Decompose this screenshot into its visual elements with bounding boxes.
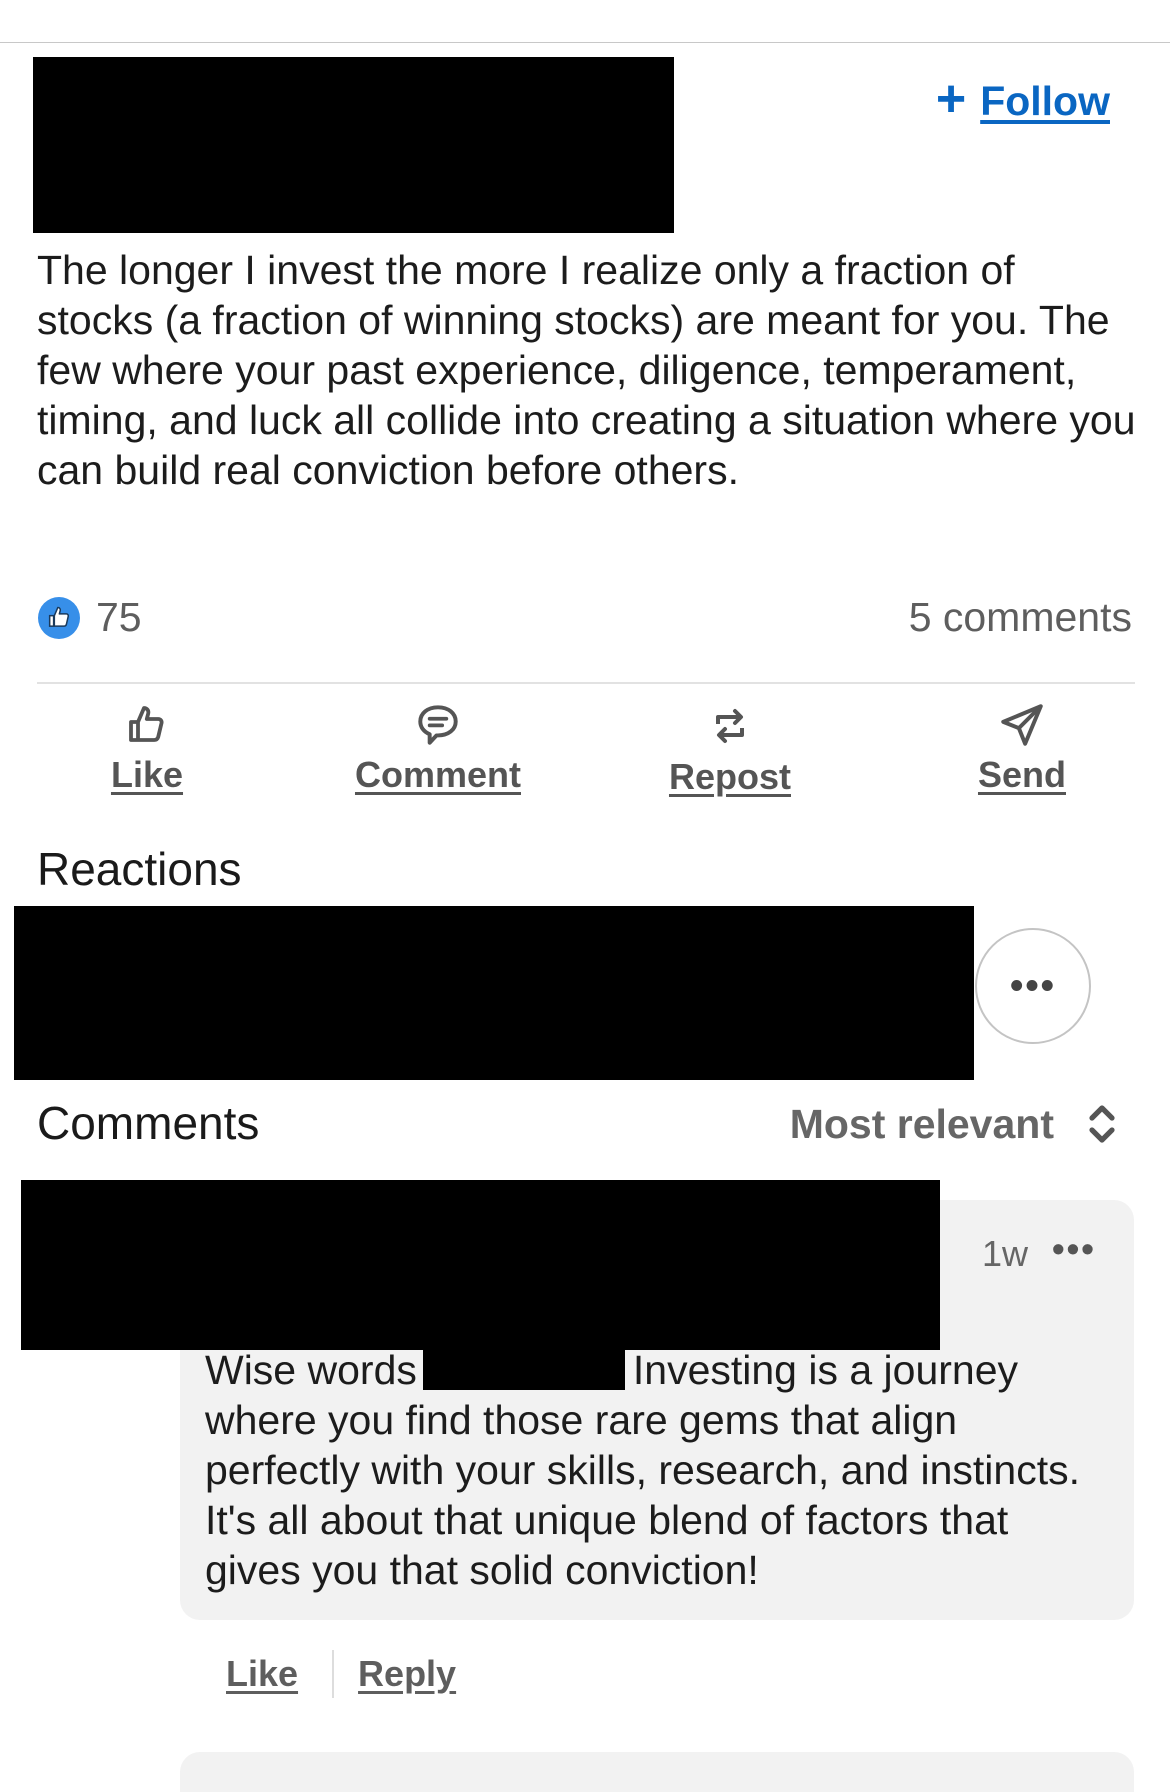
comment-time: 1w bbox=[982, 1233, 1029, 1274]
comment-actions: Like Reply bbox=[226, 1650, 456, 1698]
sort-chevrons-icon bbox=[1089, 1105, 1115, 1143]
comment-icon bbox=[418, 705, 458, 745]
reactions-heading: Reactions bbox=[37, 843, 242, 895]
reactors-redacted bbox=[14, 906, 974, 1080]
comment-label: Comment bbox=[354, 754, 521, 795]
send-icon bbox=[1001, 704, 1043, 746]
repost-label: Repost bbox=[668, 756, 791, 797]
comment-text-start: Wise words bbox=[205, 1347, 417, 1393]
comment-like-button[interactable]: Like bbox=[226, 1653, 298, 1695]
actions-divider bbox=[37, 682, 1135, 684]
repost-icon bbox=[716, 709, 744, 743]
send-button[interactable]: Send bbox=[922, 700, 1122, 796]
like-icon bbox=[129, 706, 164, 742]
reaction-summary[interactable]: 75 bbox=[38, 594, 142, 641]
comment-actions-divider bbox=[332, 1650, 335, 1698]
comments-count-link[interactable]: 5 comments bbox=[909, 594, 1132, 641]
mention-redacted bbox=[422, 1348, 625, 1390]
repost-button[interactable]: Repost bbox=[630, 700, 830, 798]
author-redacted bbox=[33, 57, 674, 233]
send-label: Send bbox=[977, 754, 1066, 795]
comment-reply-button[interactable]: Reply bbox=[358, 1653, 456, 1695]
like-button[interactable]: Like bbox=[47, 700, 247, 796]
comment-body: Wise words Investing is a journey where y… bbox=[205, 1345, 1105, 1595]
follow-button[interactable]: + Follow bbox=[936, 73, 1110, 125]
next-comment-peek bbox=[180, 1752, 1134, 1792]
like-label: Like bbox=[110, 754, 184, 795]
comments-heading: Comments bbox=[37, 1097, 260, 1149]
comment-button[interactable]: Comment bbox=[338, 700, 538, 796]
sort-dropdown[interactable]: Most relevant bbox=[790, 1100, 1120, 1148]
reactions-more-button[interactable]: ••• bbox=[975, 928, 1091, 1044]
follow-label: Follow bbox=[980, 78, 1110, 124]
commenter-redacted bbox=[21, 1180, 940, 1350]
post-body: The longer I invest the more I realize o… bbox=[37, 247, 1136, 493]
reaction-count: 75 bbox=[96, 594, 142, 640]
like-reaction-icon bbox=[38, 596, 80, 639]
plus-icon: + bbox=[935, 69, 967, 128]
comment-more-button[interactable]: ••• bbox=[1052, 1228, 1096, 1270]
sort-label: Most relevant bbox=[789, 1100, 1054, 1147]
top-divider bbox=[0, 42, 1170, 43]
